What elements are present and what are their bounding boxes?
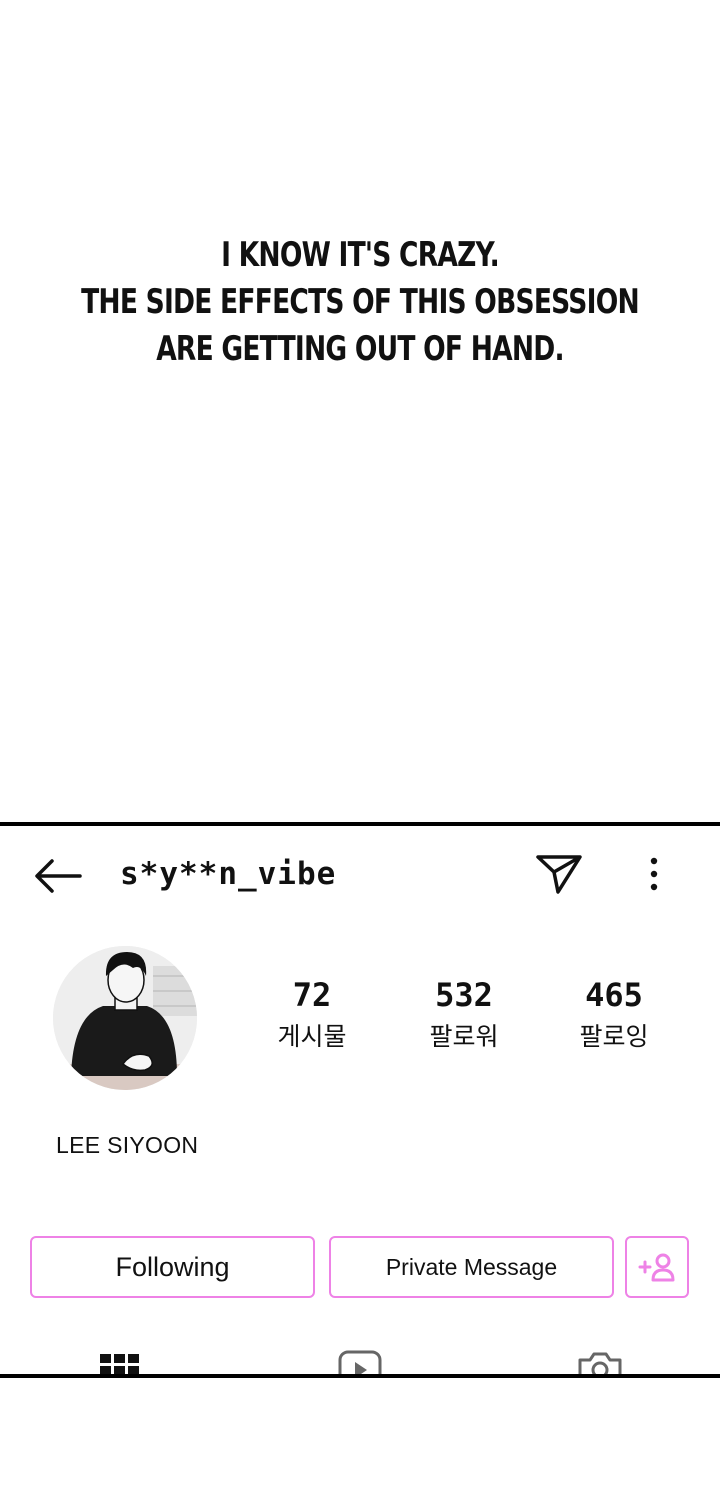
stat-posts[interactable]: 72 게시물 [252,976,372,1054]
grid-icon[interactable] [98,1350,142,1378]
back-arrow-icon[interactable] [32,856,84,896]
stat-followers-label: 팔로워 [429,1022,499,1051]
following-button[interactable]: Following [30,1236,315,1298]
stat-following-label: 팔로잉 [579,1022,649,1051]
avatar-image [53,946,197,1090]
profile-username: s*y**n_vibe [120,856,337,892]
stat-following-value: 465 [585,976,643,1014]
profile-panel: s*y**n_vibe 72 게시물 532 팔로워 465 팔로잉 LEE S… [0,822,720,1378]
stat-followers-value: 532 [435,976,493,1014]
reels-icon[interactable] [336,1350,384,1378]
add-user-button[interactable] [625,1236,689,1298]
stat-posts-value: 72 [292,976,332,1014]
caption-line-3: ARE GETTING OUT OF HAND. [156,329,564,369]
caption-line-1: I KNOW IT'S CRAZY. [221,235,500,275]
caption-line-2: THE SIDE EFFECTS OF THIS OBSESSION [81,282,640,322]
send-icon[interactable] [534,852,584,896]
stat-followers[interactable]: 532 팔로워 [404,976,524,1054]
avatar[interactable] [53,946,197,1090]
add-user-icon [638,1253,675,1282]
more-vertical-icon[interactable] [640,854,668,894]
stat-posts-label: 게시물 [277,1022,347,1051]
private-message-button[interactable]: Private Message [329,1236,614,1298]
caption: I KNOW IT'S CRAZY. THE SIDE EFFECTS OF T… [0,232,720,373]
stat-following[interactable]: 465 팔로잉 [554,976,674,1054]
tagged-photos-icon[interactable] [576,1350,624,1378]
profile-display-name: LEE SIYOON [56,1132,199,1158]
